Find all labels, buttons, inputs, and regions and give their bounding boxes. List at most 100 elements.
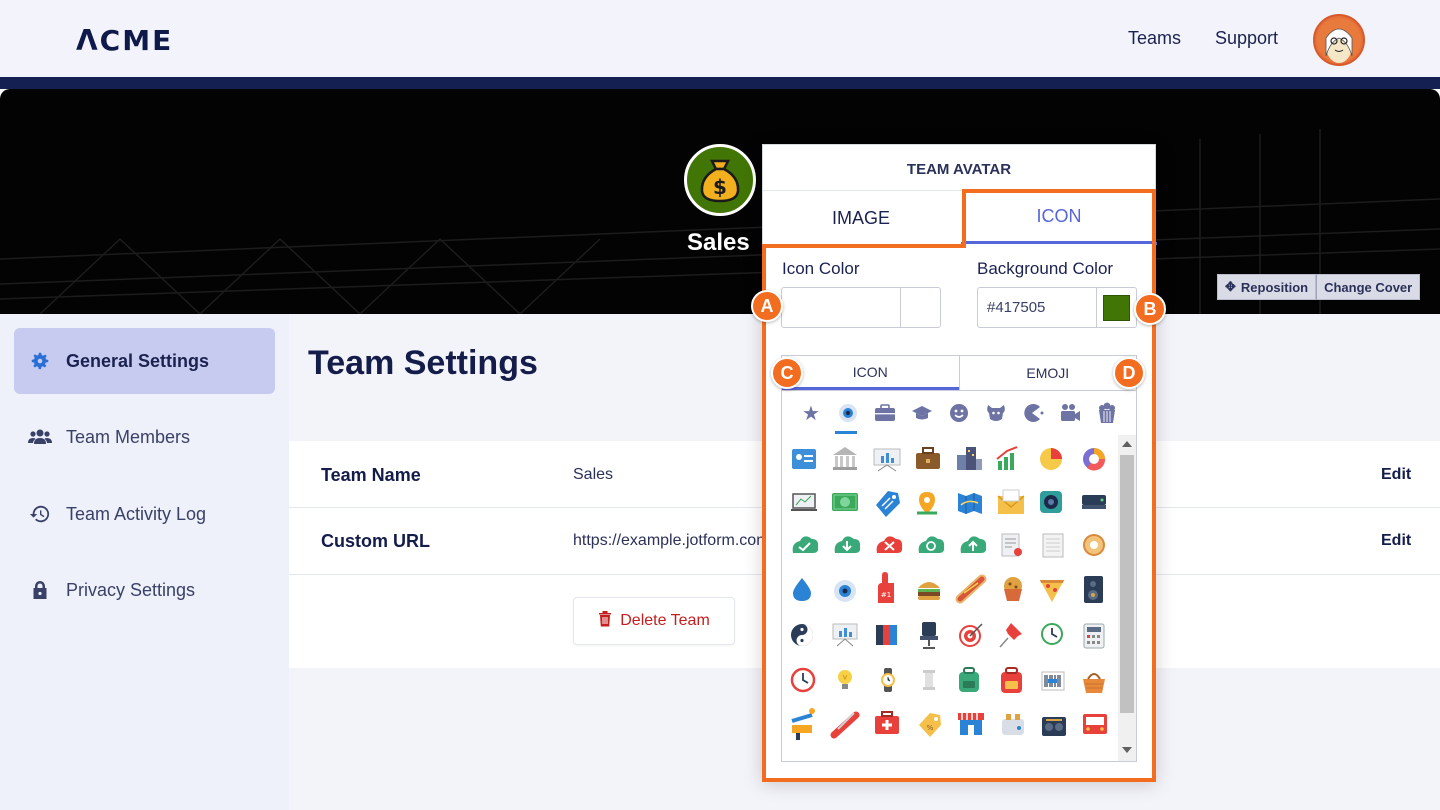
laptop-chart-icon — [791, 493, 817, 511]
calculator-icon — [1083, 623, 1105, 649]
muffin-icon — [1004, 577, 1022, 601]
reposition-label: Reposition — [1240, 279, 1309, 295]
certificate-icon — [1001, 533, 1022, 557]
page-title: Team Settings — [308, 344, 538, 382]
sidebar-item-team-activity-log[interactable]: Team Activity Log — [14, 481, 275, 547]
sidebar-item-general-settings[interactable]: General Settings — [14, 328, 275, 394]
delete-team-label: Delete Team — [620, 612, 710, 629]
icon-category-bar: ★ — [782, 391, 1136, 435]
background-color-value: #417505 — [987, 299, 1046, 316]
sidebar-item-label: Team Members — [66, 426, 191, 447]
sidebar-item-team-members[interactable]: Team Members — [14, 404, 275, 470]
speaker-icon — [1084, 576, 1103, 603]
push-pin-icon — [999, 623, 1022, 648]
graduation-cap-icon[interactable] — [910, 401, 934, 425]
burger-icon — [918, 582, 940, 600]
server-icon — [1082, 495, 1106, 509]
hot-dog-icon — [955, 574, 987, 604]
eye-icon[interactable] — [836, 401, 860, 425]
lock-icon — [28, 578, 52, 602]
active-category-underline — [835, 431, 857, 434]
cloud-upload-icon — [960, 536, 987, 553]
cloud-download-icon — [834, 536, 861, 553]
pizza-slice-icon — [1040, 580, 1064, 602]
sidebar-item-privacy-settings[interactable]: Privacy Settings — [14, 557, 275, 623]
svg-text:$: $ — [713, 175, 727, 199]
binders-icon — [876, 625, 897, 645]
first-aid-kit-icon — [875, 711, 899, 734]
subtab-emoji[interactable]: EMOJI — [958, 356, 1137, 390]
edit-team-name-link[interactable]: Edit — [1381, 466, 1411, 484]
icon-grid-canvas: #1 % — [790, 446, 1107, 740]
team-name-value: Sales — [573, 466, 614, 483]
discount-tag-icon: % — [919, 713, 941, 737]
star-icon[interactable]: ★ — [799, 401, 823, 425]
reposition-button[interactable]: ✥ Reposition — [1217, 274, 1317, 300]
cloud-error-icon — [876, 536, 903, 553]
gear-icon — [28, 349, 52, 373]
tab-image[interactable]: IMAGE — [763, 191, 959, 245]
icon-source-tabs: ICON EMOJI — [781, 355, 1137, 390]
icon-grid-scrollbar[interactable] — [1118, 435, 1136, 761]
dog-icon[interactable] — [984, 401, 1008, 425]
team-avatar[interactable]: $ — [684, 144, 756, 216]
yin-yang-icon — [791, 624, 813, 646]
custom-url-label: Custom URL — [321, 531, 430, 551]
backpack-green-icon — [959, 667, 979, 692]
history-icon — [28, 502, 52, 526]
scroll-down-arrow-icon[interactable] — [1122, 747, 1132, 753]
edit-custom-url-link[interactable]: Edit — [1381, 532, 1411, 550]
icon-tab-underline — [966, 241, 1152, 244]
user-avatar[interactable] — [1313, 14, 1365, 66]
background-color-field[interactable]: #417505 — [977, 287, 1137, 328]
foam-finger-icon: #1 — [878, 572, 894, 603]
background-color-picker[interactable] — [1096, 288, 1136, 327]
nav-support-link[interactable]: Support — [1215, 28, 1278, 49]
subtab-icon[interactable]: ICON — [782, 356, 959, 390]
icon-color-label: Icon Color — [782, 259, 860, 278]
background-color-label: Background Color — [977, 259, 1114, 278]
popcorn-icon[interactable] — [1095, 401, 1119, 425]
donut-chart-icon — [1083, 448, 1106, 471]
pacman-icon[interactable] — [1021, 401, 1045, 425]
notepad-icon — [1042, 533, 1064, 558]
envelope-icon — [997, 489, 1025, 514]
pie-chart-icon — [1040, 448, 1062, 470]
swiss-knife-icon — [830, 711, 860, 739]
icon-color-field[interactable] — [781, 287, 941, 328]
acme-logo[interactable]: ΛCME — [76, 24, 173, 57]
scroll-thumb[interactable] — [1120, 455, 1134, 713]
wrist-watch-icon — [881, 668, 895, 692]
cover-actions: ✥ Reposition Change Cover — [1217, 274, 1421, 300]
highlight-gap — [966, 244, 1152, 248]
icon-grid: #1 % — [782, 435, 1118, 761]
change-cover-button[interactable]: Change Cover — [1316, 274, 1421, 300]
icon-picker-panel: ★ #1 % — [781, 390, 1137, 762]
smiley-icon[interactable] — [947, 401, 971, 425]
water-drop-icon — [793, 578, 811, 601]
barcode-icon — [1041, 671, 1065, 691]
clock-green-icon — [1041, 623, 1063, 645]
price-tag-icon — [876, 491, 900, 517]
id-card-icon — [792, 449, 816, 469]
donut-food-icon — [1083, 534, 1105, 556]
users-icon — [28, 425, 52, 449]
briefcase-icon[interactable] — [873, 401, 897, 425]
target-icon — [959, 623, 983, 647]
bus-front-icon — [1083, 714, 1107, 734]
callout-badge-a: A — [751, 290, 783, 322]
background-color-swatch — [1103, 295, 1130, 321]
scroll-up-arrow-icon[interactable] — [1122, 441, 1132, 447]
callout-badge-b: B — [1134, 293, 1166, 325]
folded-map-icon — [958, 493, 982, 514]
icon-color-swatch[interactable] — [900, 288, 940, 327]
diving-board-icon — [791, 708, 815, 740]
user-portrait-icon — [1317, 18, 1361, 63]
video-camera-icon[interactable] — [1058, 401, 1082, 425]
nav-teams-link[interactable]: Teams — [1128, 28, 1181, 49]
light-bulb-icon — [838, 670, 852, 689]
storefront-icon — [958, 713, 984, 735]
backpack-red-icon — [1001, 667, 1022, 693]
delete-team-button[interactable]: Delete Team — [573, 597, 735, 645]
callout-badge-d: D — [1113, 357, 1145, 389]
